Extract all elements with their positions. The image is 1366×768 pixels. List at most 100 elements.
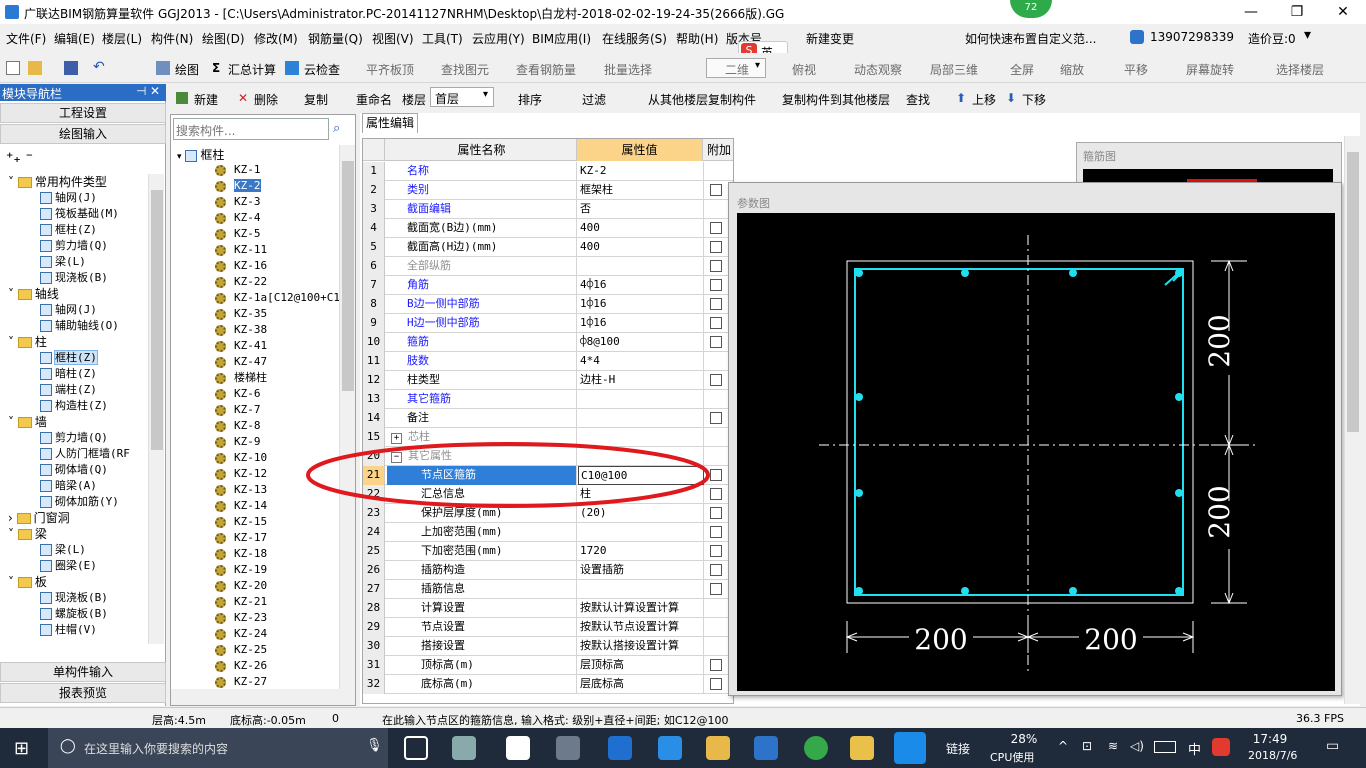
component-item[interactable]: KZ-13 bbox=[215, 482, 267, 498]
menu-modify[interactable]: 修改(M) bbox=[254, 30, 298, 47]
undo-icon[interactable]: ↶ bbox=[93, 60, 107, 75]
component-item[interactable]: KZ-6 bbox=[215, 386, 261, 402]
property-value[interactable] bbox=[578, 390, 704, 409]
component-item[interactable]: KZ-18 bbox=[215, 546, 267, 562]
sogou-tray-icon[interactable] bbox=[1212, 738, 1230, 756]
tree-item[interactable]: 圈梁(E) bbox=[40, 558, 97, 574]
component-item[interactable]: KZ-5 bbox=[215, 226, 261, 242]
tree-folder[interactable]: ˅ 轴线 bbox=[8, 286, 59, 302]
close-pane-icon[interactable]: ✕ bbox=[150, 84, 160, 98]
collapse-arrow-icon[interactable]: ˅ bbox=[8, 175, 18, 189]
tab-property-edit[interactable]: 属性编辑 bbox=[362, 113, 418, 133]
single-input-button[interactable]: 单构件输入 bbox=[0, 662, 166, 682]
menu-bim[interactable]: BIM应用(I) bbox=[532, 30, 591, 47]
component-item[interactable]: KZ-41 bbox=[215, 338, 267, 354]
property-row[interactable]: 9 H边一侧中部筋 1⌽16 bbox=[363, 314, 733, 333]
tree-folder[interactable]: ˅ 墙 bbox=[8, 414, 47, 430]
property-value[interactable]: 4⌽16 bbox=[578, 276, 704, 295]
component-item[interactable]: KZ-16 bbox=[215, 258, 267, 274]
extra-checkbox[interactable] bbox=[710, 317, 722, 329]
property-row[interactable]: 3 截面编辑 否 bbox=[363, 200, 733, 219]
tree-item[interactable]: 端柱(Z) bbox=[40, 382, 97, 398]
menu-component[interactable]: 构件(N) bbox=[151, 30, 193, 47]
component-item[interactable]: KZ-23 bbox=[215, 610, 267, 626]
tree-item[interactable]: 轴网(J) bbox=[40, 190, 97, 206]
component-search-input[interactable]: 搜索构件... bbox=[173, 118, 329, 140]
property-value[interactable]: 1⌽16 bbox=[578, 314, 704, 333]
extra-checkbox[interactable] bbox=[710, 241, 722, 253]
move-up-button[interactable]: 上移 bbox=[972, 91, 996, 108]
property-value[interactable]: 否 bbox=[578, 200, 704, 219]
component-item[interactable]: KZ-19 bbox=[215, 562, 267, 578]
tree-item[interactable]: 柱帽(V) bbox=[40, 622, 97, 638]
component-item[interactable]: KZ-4 bbox=[215, 210, 261, 226]
volume-icon[interactable]: ◁) bbox=[1130, 739, 1144, 753]
delete-button[interactable]: 删除 bbox=[254, 91, 278, 108]
component-item[interactable]: KZ-24 bbox=[215, 626, 267, 642]
task-view-icon[interactable] bbox=[404, 736, 428, 760]
network-icon[interactable]: ⊡ bbox=[1082, 739, 1092, 753]
notification-badge[interactable]: 72 bbox=[1010, 0, 1052, 18]
tree-item[interactable]: 剪力墙(Q) bbox=[40, 430, 108, 446]
new-button[interactable]: 新建 bbox=[194, 91, 218, 108]
top-view-button[interactable]: 俯视 bbox=[792, 61, 816, 78]
draw-button[interactable]: 绘图 bbox=[175, 61, 199, 78]
flat-board-button[interactable]: 平齐板顶 bbox=[366, 61, 414, 78]
price-beans[interactable]: 造价豆:0 bbox=[1248, 30, 1296, 47]
menu-tools[interactable]: 工具(T) bbox=[422, 30, 463, 47]
sort-button[interactable]: 排序 bbox=[518, 91, 542, 108]
property-value[interactable] bbox=[578, 523, 704, 542]
property-row[interactable]: 2 类别 框架柱 bbox=[363, 181, 733, 200]
pan-button[interactable]: 平移 bbox=[1124, 61, 1148, 78]
expand-all-icon[interactable]: ⁺₊ ⁻ bbox=[6, 150, 33, 166]
component-item[interactable]: KZ-11 bbox=[215, 242, 267, 258]
extra-checkbox[interactable] bbox=[710, 279, 722, 291]
tree-item[interactable]: 筏板基础(M) bbox=[40, 206, 119, 222]
extra-checkbox[interactable] bbox=[710, 678, 722, 690]
component-item[interactable]: KZ-15 bbox=[215, 514, 267, 530]
extra-checkbox[interactable] bbox=[710, 222, 722, 234]
notes-app-icon[interactable] bbox=[850, 736, 874, 760]
tree-item[interactable]: 剪力墙(Q) bbox=[40, 238, 108, 254]
menu-floor[interactable]: 楼层(L) bbox=[102, 30, 142, 47]
property-row[interactable]: 31 顶标高(m) 层顶标高 bbox=[363, 656, 733, 675]
menu-help[interactable]: 帮助(H) bbox=[676, 30, 718, 47]
tree-folder[interactable]: › 门窗洞 bbox=[8, 510, 70, 526]
component-item[interactable]: KZ-27 bbox=[215, 674, 267, 690]
sum-button[interactable]: 汇总计算 bbox=[228, 61, 276, 78]
rename-button[interactable]: 重命名 bbox=[356, 91, 392, 108]
tree-folder[interactable]: ˅ 板 bbox=[8, 574, 47, 590]
property-row[interactable]: 14 备注 bbox=[363, 409, 733, 428]
collapse-arrow-icon[interactable]: ˅ bbox=[8, 287, 18, 301]
property-value[interactable]: 框架柱 bbox=[578, 181, 704, 200]
fan-app-icon[interactable] bbox=[452, 736, 476, 760]
component-item[interactable]: KZ-9 bbox=[215, 434, 261, 450]
green-app-icon[interactable] bbox=[804, 736, 828, 760]
edge-icon[interactable] bbox=[608, 736, 632, 760]
property-row[interactable]: 25 下加密范围(mm) 1720 bbox=[363, 542, 733, 561]
extra-checkbox[interactable] bbox=[710, 260, 722, 272]
windows-start-icon[interactable]: ⊞ bbox=[14, 738, 29, 759]
ie-browser-icon[interactable] bbox=[506, 736, 530, 760]
dropdown-icon[interactable]: ▾ bbox=[1304, 27, 1311, 43]
property-row[interactable]: 29 节点设置 按默认节点设置计算 bbox=[363, 618, 733, 637]
component-item[interactable]: KZ-21 bbox=[215, 594, 267, 610]
tray-chevron-icon[interactable]: ^ bbox=[1058, 739, 1068, 753]
rotate-button[interactable]: 屏幕旋转 bbox=[1186, 61, 1234, 78]
tree-folder[interactable]: ˅ 常用构件类型 bbox=[8, 174, 107, 190]
component-item[interactable]: KZ-47 bbox=[215, 354, 267, 370]
pin-icon[interactable]: ⊣ bbox=[136, 84, 146, 98]
component-item[interactable]: KZ-12 bbox=[215, 466, 267, 482]
property-row[interactable]: 11 肢数 4*4 bbox=[363, 352, 733, 371]
property-value[interactable] bbox=[578, 409, 704, 428]
search-icon[interactable]: ⌕ bbox=[333, 121, 340, 136]
copy-from-floor-button[interactable]: 从其他楼层复制构件 bbox=[648, 91, 756, 108]
component-item[interactable]: KZ-8 bbox=[215, 418, 261, 434]
collapse-arrow-icon[interactable]: ˅ bbox=[8, 527, 18, 541]
property-row[interactable]: 8 B边一侧中部筋 1⌽16 bbox=[363, 295, 733, 314]
filter-button[interactable]: 过滤 bbox=[582, 91, 606, 108]
property-value[interactable]: 按默认节点设置计算 bbox=[578, 618, 704, 637]
extra-checkbox[interactable] bbox=[710, 659, 722, 671]
property-value[interactable]: 按默认搭接设置计算 bbox=[578, 637, 704, 656]
property-value[interactable]: 按默认计算设置计算 bbox=[578, 599, 704, 618]
